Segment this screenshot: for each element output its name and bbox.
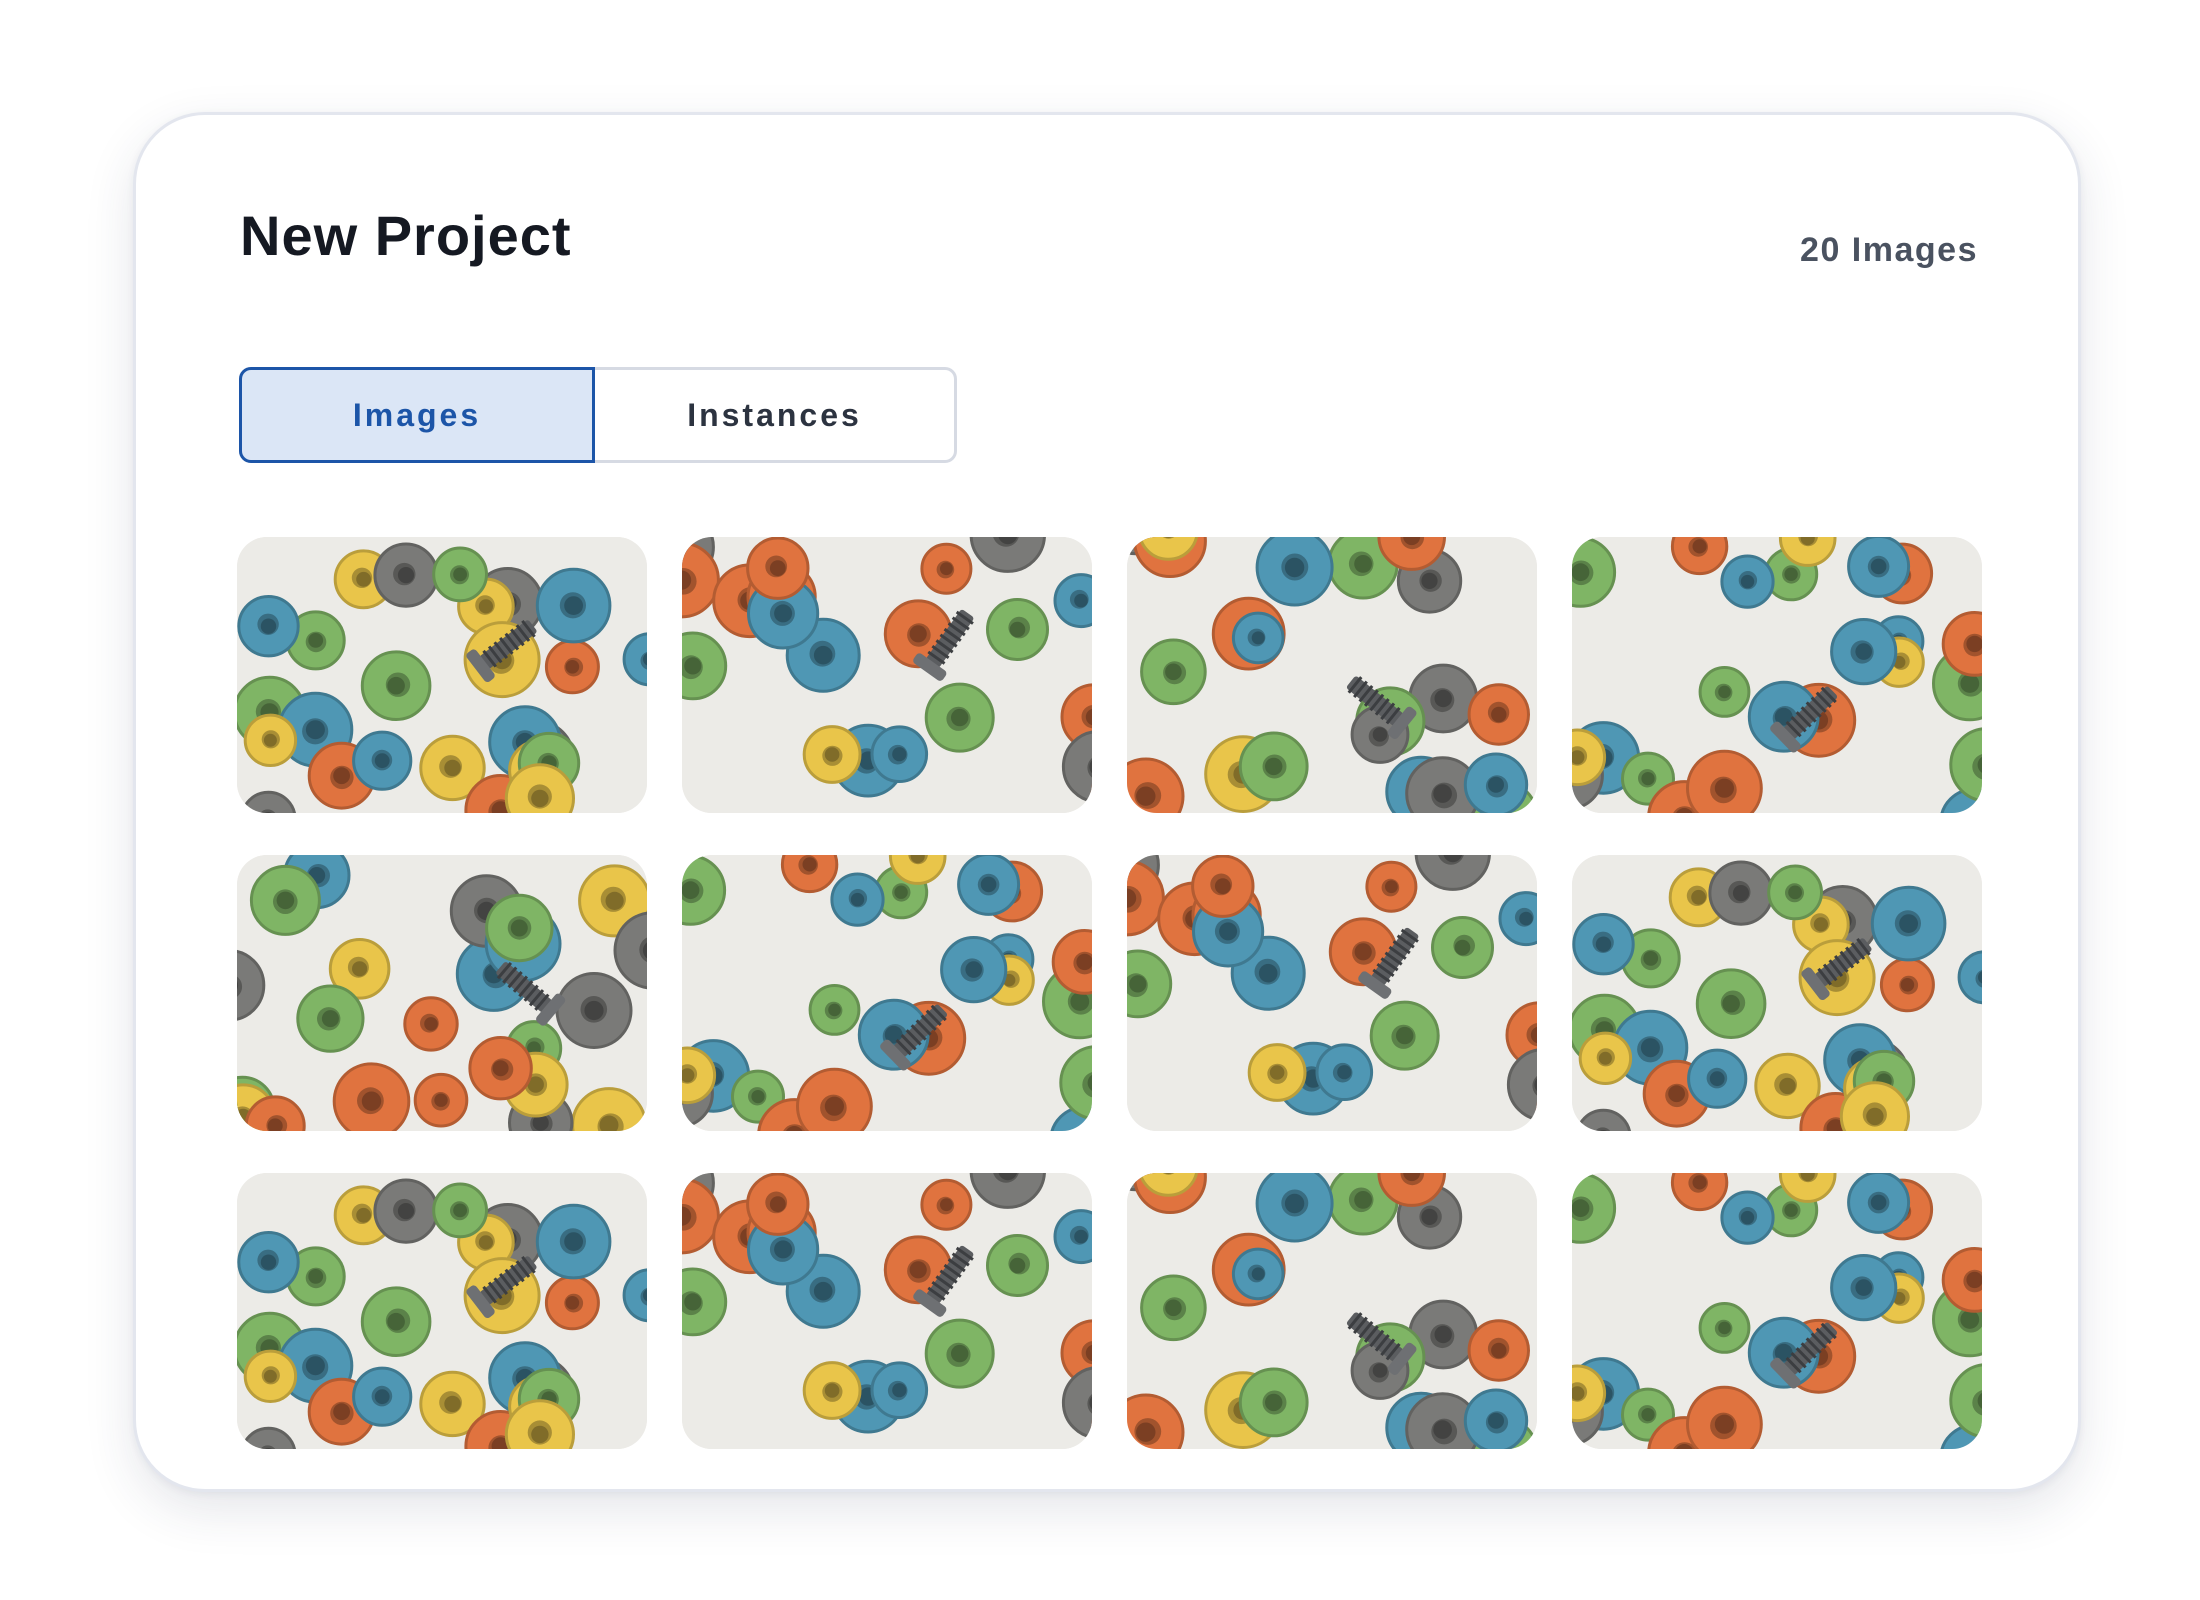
- cereal-photo-icon: [237, 1173, 647, 1449]
- image-thumbnail[interactable]: [237, 1173, 647, 1449]
- project-card: New Project 20 Images Images Instances: [133, 112, 2081, 1492]
- cereal-photo-icon: [1572, 1173, 1982, 1449]
- image-thumbnail[interactable]: [682, 855, 1092, 1131]
- cereal-photo-icon: [1572, 537, 1982, 813]
- image-thumbnail[interactable]: [1127, 855, 1537, 1131]
- cereal-photo-icon: [1572, 855, 1982, 1131]
- image-thumbnail[interactable]: [1127, 537, 1537, 813]
- cereal-photo-icon: [682, 855, 1092, 1131]
- cereal-photo-icon: [1127, 1173, 1537, 1449]
- tab-bar: Images Instances: [239, 367, 957, 463]
- image-thumbnail[interactable]: [237, 855, 647, 1131]
- cereal-photo-icon: [1127, 855, 1537, 1131]
- page-title: New Project: [240, 204, 572, 267]
- tab-instances[interactable]: Instances: [595, 370, 954, 460]
- tab-images[interactable]: Images: [239, 367, 595, 463]
- image-thumbnail[interactable]: [237, 537, 647, 813]
- cereal-photo-icon: [682, 537, 1092, 813]
- image-count: 20 Images: [1800, 231, 1978, 269]
- image-thumbnail[interactable]: [1572, 855, 1982, 1131]
- image-thumbnail[interactable]: [682, 1173, 1092, 1449]
- image-thumbnail[interactable]: [1127, 1173, 1537, 1449]
- image-grid: [237, 537, 1984, 1449]
- cereal-photo-icon: [237, 855, 647, 1131]
- cereal-photo-icon: [1127, 537, 1537, 813]
- image-thumbnail[interactable]: [1572, 1173, 1982, 1449]
- cereal-photo-icon: [237, 537, 647, 813]
- image-thumbnail[interactable]: [682, 537, 1092, 813]
- cereal-photo-icon: [682, 1173, 1092, 1449]
- image-thumbnail[interactable]: [1572, 537, 1982, 813]
